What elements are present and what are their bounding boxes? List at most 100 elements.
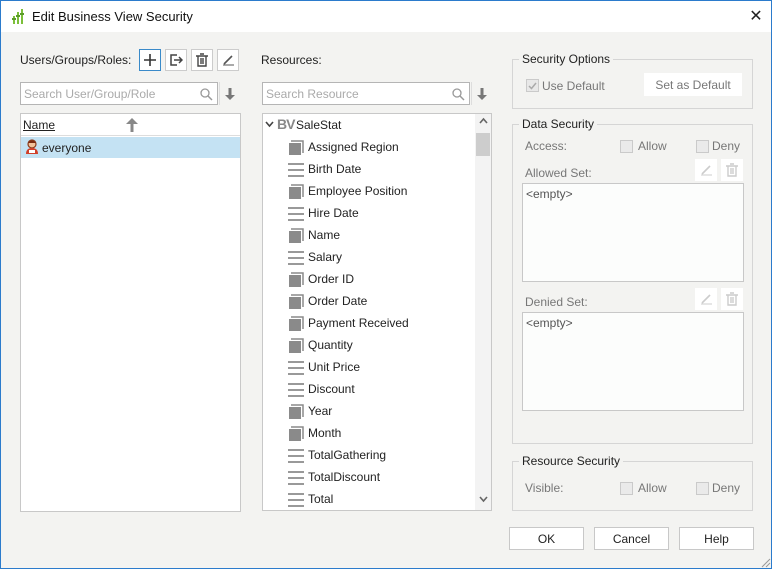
user-search-field[interactable] (20, 82, 218, 105)
tree-item[interactable]: TotalDiscount (263, 466, 473, 488)
import-icon (170, 54, 183, 66)
allowed-set-box[interactable]: <empty> (522, 183, 744, 282)
resource-tree: BV SaleStat Assigned Region Birth Date Emp… (262, 113, 492, 511)
resource-security-title: Resource Security (519, 454, 624, 468)
detail-field-icon (288, 207, 304, 221)
scroll-up-button[interactable] (475, 116, 491, 130)
pencil-icon (223, 55, 234, 66)
dimension-field-icon (289, 140, 304, 155)
tree-item-label: Year (308, 404, 333, 418)
denied-set-value: <empty> (526, 316, 573, 330)
tree-item-label: Order Date (308, 294, 368, 308)
detail-field-icon (288, 449, 304, 463)
allowed-set-edit-button[interactable] (695, 159, 717, 181)
resource-security-group: Resource Security Visible: Allow Deny (512, 454, 753, 511)
title-bar: Edit Business View Security ✕ (1, 1, 771, 32)
detail-field-icon (288, 493, 304, 507)
resources-label: Resources: (261, 53, 322, 67)
visible-label: Visible: (525, 481, 564, 495)
add-button[interactable] (139, 49, 161, 71)
denied-set-edit-button[interactable] (695, 288, 717, 310)
tree-item[interactable]: Birth Date (263, 158, 473, 180)
allowed-set-delete-button[interactable] (721, 159, 743, 181)
dimension-field-icon (289, 228, 304, 243)
access-deny-label: Deny (712, 139, 741, 153)
resize-grip-icon[interactable] (759, 556, 771, 568)
tree-item-label: Discount (308, 382, 355, 396)
visible-deny-checkbox[interactable] (696, 482, 709, 495)
delete-button[interactable] (191, 49, 213, 71)
user-search-input[interactable] (21, 83, 217, 104)
tree-item[interactable]: Month (263, 422, 473, 444)
tree-item-label: Employee Position (308, 184, 408, 198)
tree-item[interactable]: Unit Price (263, 356, 473, 378)
column-header-name[interactable]: Name (23, 118, 55, 132)
denied-set-label: Denied Set: (525, 295, 588, 309)
dimension-field-icon (289, 338, 304, 353)
tree-item[interactable]: Quantity (263, 334, 473, 356)
allowed-set-label: Allowed Set: (525, 166, 592, 180)
detail-field-icon (288, 361, 304, 375)
cancel-button[interactable]: Cancel (594, 527, 669, 550)
tree-item-label: Month (308, 426, 342, 440)
user-search-go-button[interactable] (219, 82, 240, 105)
tree-item[interactable]: Total (263, 488, 473, 510)
tree-item-label: TotalDiscount (308, 470, 381, 484)
dimension-field-icon (289, 316, 304, 331)
tree-item[interactable]: Hire Date (263, 202, 473, 224)
sort-ascending-icon[interactable] (125, 117, 139, 133)
tree-item-label: Hire Date (308, 206, 359, 220)
tree-item[interactable]: Employee Position (263, 180, 473, 202)
tree-item[interactable]: Order Date (263, 290, 473, 312)
tree-item[interactable]: Order ID (263, 268, 473, 290)
tree-item[interactable]: Year (263, 400, 473, 422)
import-button[interactable] (165, 49, 187, 71)
allowed-set-value: <empty> (526, 187, 573, 201)
tree-item-label: Payment Received (308, 316, 409, 330)
tree-item[interactable]: Assigned Region (263, 136, 473, 158)
access-label: Access: (525, 139, 568, 153)
tree-item-label: Birth Date (308, 162, 362, 176)
help-button[interactable]: Help (679, 527, 754, 550)
security-options-group: Security Options Use Default Set as Defa… (512, 52, 753, 109)
access-allow-checkbox[interactable] (620, 140, 633, 153)
trash-icon (726, 163, 738, 177)
ok-button[interactable]: OK (509, 527, 584, 550)
detail-field-icon (288, 163, 304, 177)
business-view-icon: BV (277, 116, 295, 132)
vertical-scrollbar[interactable] (475, 114, 491, 510)
resource-search-go-button[interactable] (471, 82, 492, 105)
tree-item-label: Unit Price (308, 360, 361, 374)
detail-field-icon (288, 383, 304, 397)
visible-allow-checkbox[interactable] (620, 482, 633, 495)
scroll-down-button[interactable] (475, 494, 491, 508)
trash-icon (196, 53, 208, 67)
tree-item[interactable]: Payment Received (263, 312, 473, 334)
user-avatar-icon (26, 139, 38, 154)
close-button[interactable]: ✕ (743, 4, 769, 28)
resource-search-input[interactable] (263, 83, 469, 104)
denied-set-box[interactable]: <empty> (522, 312, 744, 411)
tree-item[interactable]: Discount (263, 378, 473, 400)
access-deny-checkbox[interactable] (696, 140, 709, 153)
tree-item[interactable]: Salary (263, 246, 473, 268)
denied-set-delete-button[interactable] (721, 288, 743, 310)
scroll-thumb[interactable] (476, 133, 490, 156)
list-item[interactable]: everyone (21, 137, 240, 158)
tree-item[interactable]: Name (263, 224, 473, 246)
chevron-up-icon (478, 117, 488, 124)
set-as-default-button[interactable]: Set as Default (644, 73, 742, 96)
tree-item-label: TotalGathering (308, 448, 387, 462)
chevron-down-icon[interactable] (265, 121, 274, 128)
tree-item-label: Name (308, 228, 341, 242)
use-default-checkbox[interactable] (526, 79, 539, 92)
search-icon (200, 88, 213, 101)
use-default-label: Use Default (542, 79, 605, 93)
tree-root-item[interactable]: BV SaleStat (263, 114, 473, 136)
close-icon: ✕ (749, 8, 763, 25)
tree-item[interactable]: TotalGathering (263, 444, 473, 466)
resource-search-field[interactable] (262, 82, 470, 105)
edit-button[interactable] (217, 49, 239, 71)
search-icon (452, 88, 465, 101)
arrow-down-icon (477, 87, 487, 100)
